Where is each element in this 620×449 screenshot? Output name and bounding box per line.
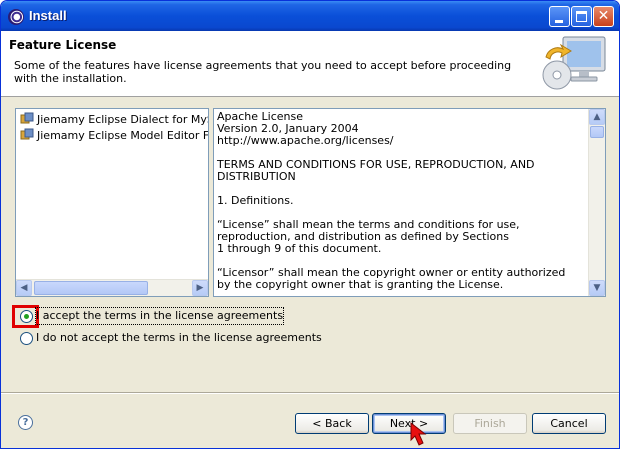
eclipse-icon (8, 9, 24, 25)
close-icon: ✕ (597, 8, 610, 24)
scroll-thumb[interactable] (590, 126, 604, 138)
vertical-scrollbar[interactable]: ▲ ▼ (588, 109, 605, 296)
feature-label: Jiemamy Eclipse Model Editor Feature (37, 129, 209, 142)
list-item[interactable]: Jiemamy Eclipse Model Editor Feature (20, 128, 209, 143)
separator (1, 392, 619, 394)
install-computer-icon (542, 36, 606, 90)
list-item[interactable]: Jiemamy Eclipse Dialect for MySQL (20, 112, 208, 127)
minimize-icon (555, 20, 563, 23)
page-title: Feature License (9, 38, 117, 52)
scroll-thumb[interactable] (34, 281, 148, 295)
scroll-up-button[interactable]: ▲ (589, 109, 605, 125)
license-text-area[interactable]: Apache License Version 2.0, January 2004… (213, 108, 606, 297)
decline-radio-label[interactable]: I do not accept the terms in the license… (36, 330, 322, 346)
help-icon[interactable]: ? (18, 415, 33, 430)
pointer-cursor-icon (410, 421, 427, 446)
horizontal-scrollbar[interactable]: ◀ ▶ (16, 279, 208, 296)
scroll-right-button[interactable]: ▶ (192, 280, 208, 296)
window-title: Install (29, 8, 67, 23)
close-button[interactable]: ✕ (593, 6, 614, 27)
wizard-banner: Feature License Some of the features hav… (1, 31, 619, 97)
feature-icon (20, 128, 34, 140)
feature-icon (20, 112, 34, 124)
feature-list[interactable]: Jiemamy Eclipse Dialect for MySQL Jiemam… (15, 108, 209, 297)
maximize-icon (576, 11, 587, 22)
license-text: Apache License Version 2.0, January 2004… (217, 110, 566, 291)
maximize-button[interactable] (571, 6, 592, 27)
cancel-button[interactable]: Cancel (532, 413, 606, 434)
minimize-button[interactable] (549, 6, 570, 27)
page-description: Some of the features have license agreem… (14, 59, 512, 85)
finish-button[interactable]: Finish (453, 413, 527, 434)
scroll-left-button[interactable]: ◀ (16, 280, 32, 296)
install-dialog: Install ✕ Feature License Some of the fe… (0, 0, 620, 449)
radio-unchecked-icon[interactable] (20, 332, 33, 345)
back-button[interactable]: < Back (295, 413, 369, 434)
scroll-down-button[interactable]: ▼ (589, 280, 605, 296)
accept-radio-label[interactable]: I accept the terms in the license agreem… (34, 307, 285, 325)
feature-label: Jiemamy Eclipse Dialect for MySQL (37, 113, 208, 126)
radio-checked-icon[interactable] (20, 310, 33, 323)
title-bar[interactable]: Install ✕ (1, 1, 619, 31)
